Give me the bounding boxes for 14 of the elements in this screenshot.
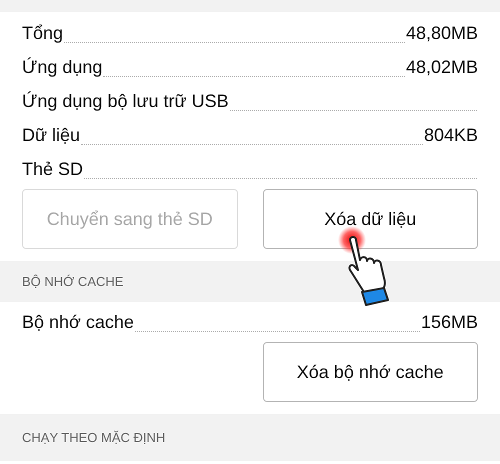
action-button[interactable]: Xóa bộ nhớ cache [262,342,478,402]
row-label: Ứng dụng [22,56,102,79]
row-label: Tổng [22,22,64,45]
row-value: 48,02MB [406,56,478,79]
row-label: Dữ liệu [22,124,80,147]
row-label: Bộ nhớ cache [22,311,134,334]
section-header: CHẠY THEO MẶC ĐỊNH [22,428,166,447]
action-button[interactable]: Xóa dữ liệu [262,189,478,249]
row-label: Thẻ SD [22,158,84,181]
row-label: Ứng dụng bộ lưu trữ USB [22,90,229,113]
section-header: BỘ NHỚ CACHE [22,272,124,291]
row-value: 804KB [424,124,478,147]
row-value: 48,80MB [406,22,478,45]
row-value: 156MB [420,311,478,334]
